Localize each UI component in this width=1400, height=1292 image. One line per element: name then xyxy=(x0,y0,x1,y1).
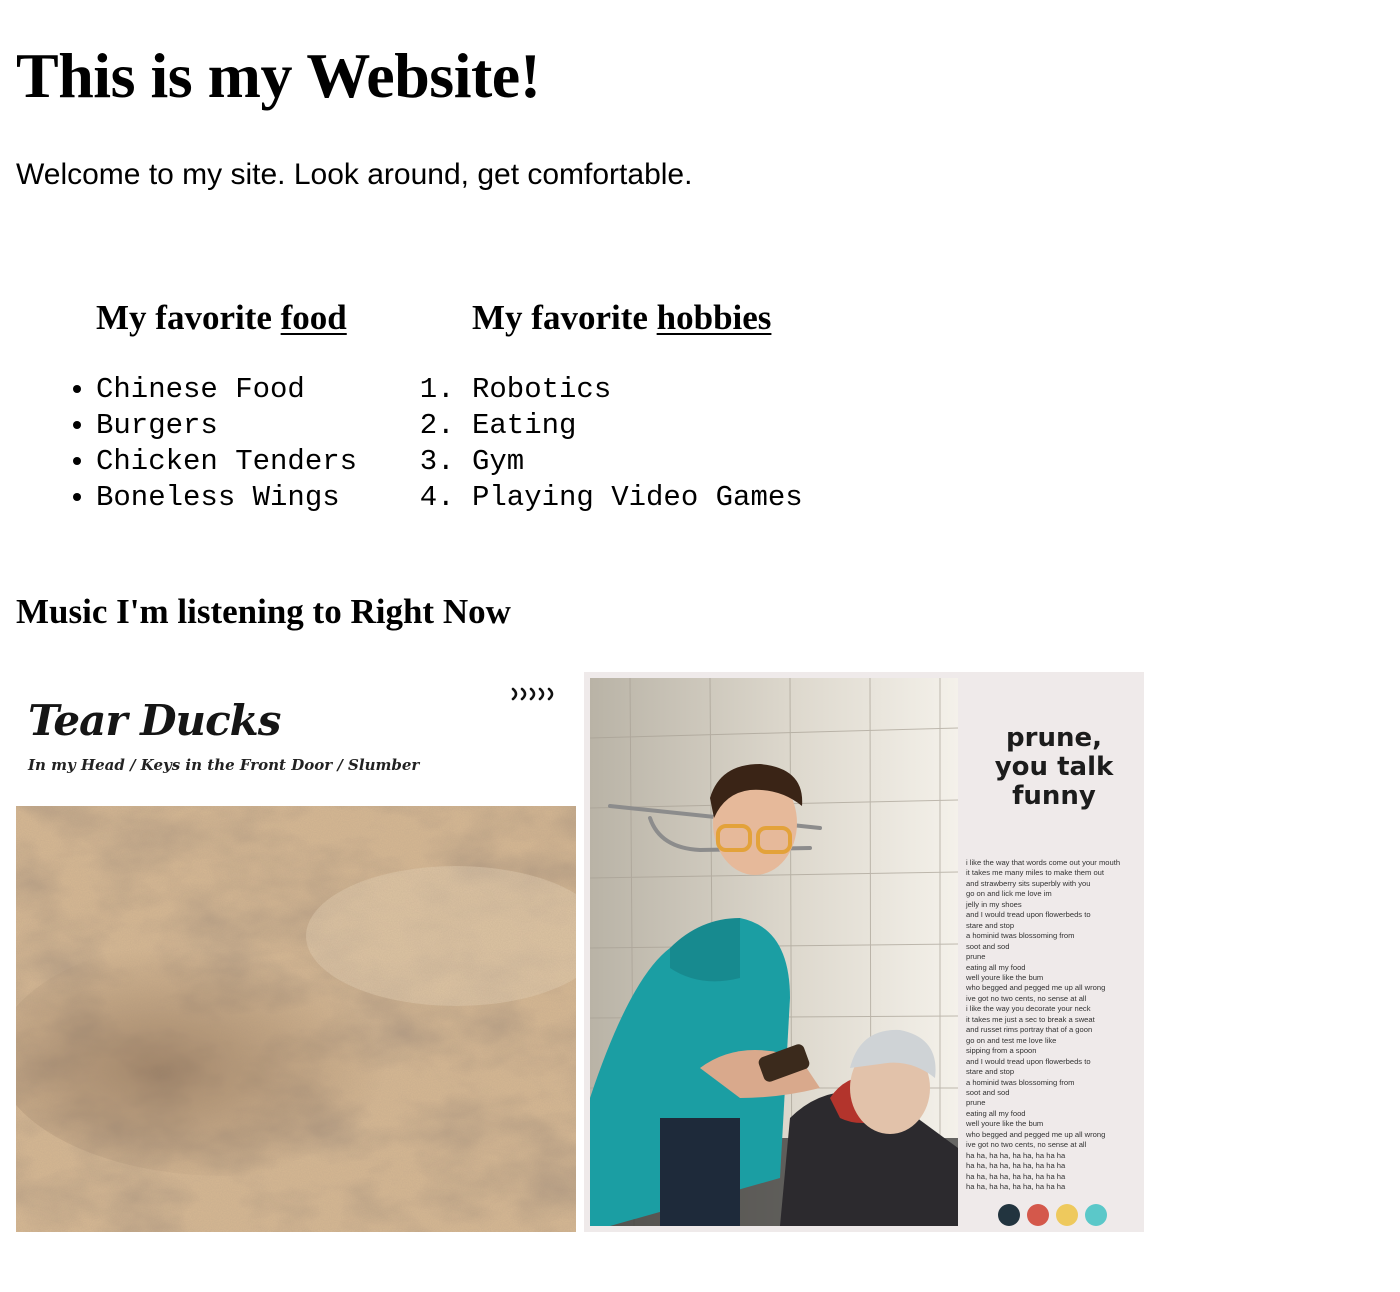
lyric-line: well youre like the bum xyxy=(966,972,1044,982)
lyric-line: ive got no two cents, no sense at all xyxy=(966,1140,1087,1150)
welcome-text: Welcome to my site. Look around, get com… xyxy=(16,158,693,191)
album-title: Tear Ducks xyxy=(28,696,281,745)
list-item: Gym xyxy=(472,444,803,480)
title-line: you talk xyxy=(994,752,1114,782)
favorite-food-section: My favorite food Chinese Food Burgers Ch… xyxy=(96,296,357,514)
lyric-line: i like the way that words come out your … xyxy=(966,858,1121,867)
lyric-line: and russet rims portray that of a goon xyxy=(966,1025,1093,1035)
lyric-line: it takes me just a sec to break a sweat xyxy=(966,1014,1095,1024)
palette-dot xyxy=(1085,1204,1107,1226)
lyric-line: go on and test me love like xyxy=(966,1035,1057,1045)
lyric-line: and I would tread upon flowerbeds to xyxy=(966,1056,1091,1066)
lyric-line: soot and sod xyxy=(966,1087,1010,1097)
lyric-line: jelly in my shoes xyxy=(966,899,1022,909)
hobbies-list: Robotics Eating Gym Playing Video Games xyxy=(472,372,803,516)
album-cover-prune-you-talk-funny: prune, you talk funny i like the way tha… xyxy=(584,672,1144,1232)
list-item: Playing Video Games xyxy=(472,480,803,516)
lyric-line: eating all my food xyxy=(966,1108,1026,1118)
album-title: prune, you talk funny xyxy=(984,724,1124,811)
palette-dot xyxy=(998,1204,1020,1226)
heading-prefix: My favorite xyxy=(96,298,281,337)
watercolor-artwork xyxy=(16,806,576,1232)
list-item: Chicken Tenders xyxy=(96,444,357,480)
list-item: Robotics xyxy=(472,372,803,408)
lyric-line: well youre like the bum xyxy=(966,1119,1044,1129)
palette-dot xyxy=(1027,1204,1049,1226)
album-subtitle: In my Head / Keys in the Front Door / Sl… xyxy=(28,756,420,774)
food-link[interactable]: food xyxy=(281,298,347,337)
heading-prefix: My favorite xyxy=(472,298,657,337)
lyric-line: eating all my food xyxy=(966,962,1026,972)
lyric-line: stare and stop xyxy=(966,920,1015,930)
album-cover-tear-ducks: Tear Ducks In my Head / Keys in the Fron… xyxy=(16,672,576,1232)
album-lyrics: i like the way that words come out your … xyxy=(966,858,1144,1193)
palette-dot xyxy=(1056,1204,1078,1226)
lyric-line: ha ha, ha ha, ha ha, ha ha ha xyxy=(966,1161,1066,1171)
lyric-line: prune xyxy=(966,1098,986,1108)
favorite-hobbies-heading: My favorite hobbies xyxy=(472,296,771,340)
arrows-icon xyxy=(510,686,556,707)
favorite-food-heading: My favorite food xyxy=(96,296,347,340)
lyric-line: ha ha, ha ha, ha ha, ha ha ha xyxy=(966,1171,1066,1181)
title-line: funny xyxy=(1012,781,1096,811)
page-title: This is my Website! xyxy=(16,40,541,111)
lyric-line: go on and lick me love im xyxy=(966,889,1052,899)
album-photo xyxy=(590,678,958,1226)
color-palette xyxy=(998,1204,1107,1226)
lyric-line: prune xyxy=(966,952,986,962)
list-item: Eating xyxy=(472,408,803,444)
lyric-line: and I would tread upon flowerbeds to xyxy=(966,910,1091,920)
lyric-line: ive got no two cents, no sense at all xyxy=(966,993,1087,1003)
lyric-line: a hominid twas blossoming from xyxy=(966,1077,1075,1087)
lyric-line: it takes me many miles to make them out xyxy=(966,868,1105,878)
list-item: Boneless Wings xyxy=(96,480,357,516)
title-line: prune, xyxy=(1006,723,1102,753)
favorite-hobbies-section: My favorite hobbies Robotics Eating Gym … xyxy=(472,296,803,514)
lyric-line: and strawberry sits superbly with you xyxy=(966,878,1091,888)
lyric-line: who begged and pegged me up all wrong xyxy=(966,1129,1106,1139)
list-item: Chinese Food xyxy=(96,372,357,408)
lyric-line: i like the way you decorate your neck xyxy=(966,1004,1091,1014)
lyric-line: sipping from a spoon xyxy=(966,1046,1037,1056)
list-item: Burgers xyxy=(96,408,357,444)
hobbies-link[interactable]: hobbies xyxy=(657,298,772,337)
lyric-line: stare and stop xyxy=(966,1067,1015,1077)
lyric-line: ha ha, ha ha, ha ha, ha ha ha xyxy=(966,1182,1066,1192)
food-list: Chinese Food Burgers Chicken Tenders Bon… xyxy=(96,372,357,516)
music-heading: Music I'm listening to Right Now xyxy=(16,592,511,631)
lyric-line: soot and sod xyxy=(966,941,1010,951)
lyric-line: who begged and pegged me up all wrong xyxy=(966,983,1106,993)
lyric-line: a hominid twas blossoming from xyxy=(966,931,1075,941)
lyric-line: ha ha, ha ha, ha ha, ha ha ha xyxy=(966,1150,1066,1160)
